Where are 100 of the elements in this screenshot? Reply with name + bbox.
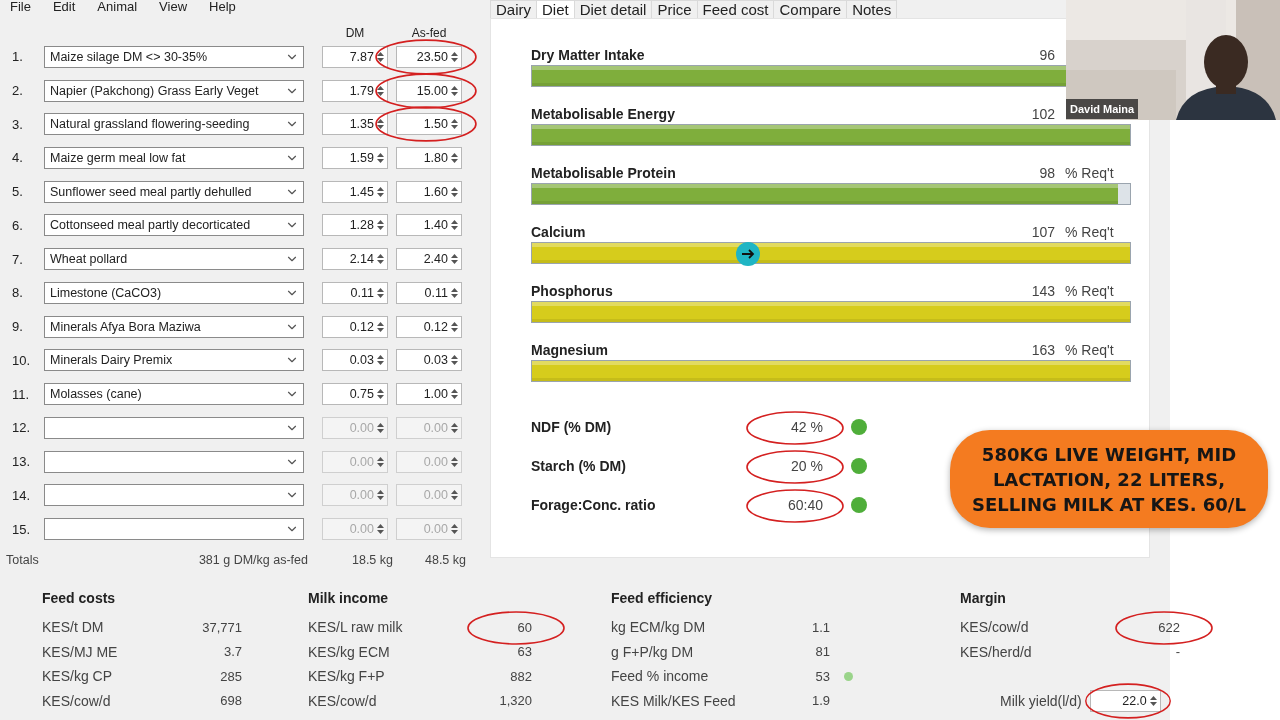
feed-dropdown[interactable]: Napier (Pakchong) Grass Early Veget bbox=[44, 79, 304, 102]
requirement-unit: % Req't bbox=[1064, 342, 1115, 358]
tab[interactable]: Notes bbox=[846, 0, 898, 18]
row-number: 5. bbox=[11, 184, 24, 200]
feed-dropdown[interactable]: Sunflower seed meal partly dehulled bbox=[44, 180, 304, 203]
totals-label: Totals bbox=[5, 552, 40, 567]
totals-density: 381 g DM/kg as-fed bbox=[197, 552, 308, 567]
feed-dropdown[interactable]: Cottonseed meal partly decorticated bbox=[44, 214, 304, 237]
metric-label: KES/cow/d bbox=[308, 692, 378, 709]
spinner-field[interactable]: 0.11 bbox=[396, 281, 462, 304]
metric-value: 1.1 bbox=[810, 619, 830, 635]
spinner-field[interactable]: 1.45 bbox=[322, 180, 388, 203]
tab[interactable]: Feed cost bbox=[696, 0, 775, 18]
metric-value: 698 bbox=[219, 693, 242, 709]
metric-label: KES/herd/d bbox=[960, 643, 1033, 660]
nutrient-label: Metabolisable Protein bbox=[531, 165, 676, 181]
indicator-label: NDF (% DM) bbox=[531, 418, 613, 435]
row-number: 15. bbox=[11, 521, 32, 537]
spinner-field[interactable]: 1.00 bbox=[396, 383, 462, 406]
metric-value: 81 bbox=[814, 644, 830, 660]
feed-dropdown[interactable]: Natural grassland flowering-seeding bbox=[44, 113, 304, 136]
indicator-value: 42 % bbox=[751, 418, 823, 435]
requirement-unit: % Req't bbox=[1064, 283, 1115, 299]
metric-value: 1.9 bbox=[810, 693, 830, 709]
nutrient-label: Dry Matter Intake bbox=[531, 47, 645, 63]
spinner-field[interactable]: 15.00 bbox=[396, 79, 462, 102]
menu-item[interactable]: View bbox=[159, 0, 188, 16]
row-number: 2. bbox=[11, 83, 24, 98]
metric-label: KES/cow/d bbox=[42, 692, 112, 709]
nutrient-label: Calcium bbox=[531, 224, 586, 240]
metric-value: 882 bbox=[509, 668, 532, 684]
requirement-value: 143 bbox=[1030, 283, 1055, 299]
metric-label: kg ECM/kg DM bbox=[611, 619, 707, 636]
menu-item[interactable]: Animal bbox=[97, 0, 138, 16]
menu-item[interactable]: Help bbox=[209, 0, 236, 16]
spinner-field[interactable]: 1.40 bbox=[396, 214, 462, 237]
tab[interactable]: Dairy bbox=[490, 0, 537, 18]
participant-name: David Maina bbox=[1066, 99, 1139, 119]
requirement-value: 96 bbox=[1038, 47, 1055, 63]
nutrient-label: Magnesium bbox=[531, 342, 608, 358]
row-number: 14. bbox=[11, 487, 32, 503]
column-header: As-fed bbox=[410, 25, 448, 40]
spinner-field[interactable]: 2.14 bbox=[322, 248, 388, 271]
tab[interactable]: Diet detail bbox=[573, 0, 653, 18]
feed-dropdown[interactable]: Wheat pollard bbox=[44, 248, 304, 271]
requirement-value: 98 bbox=[1038, 165, 1055, 181]
spinner-field[interactable]: 1.60 bbox=[396, 180, 462, 203]
spinner-field[interactable]: 0.12 bbox=[396, 315, 462, 338]
annotation-callout: 580KG LIVE WEIGHT, MID LACTATION, 22 LITERS, SELLING MILK AT KES. 60/L bbox=[950, 430, 1268, 528]
row-number: 3. bbox=[11, 116, 24, 132]
metric-label: KES/cow/d bbox=[960, 619, 1030, 636]
spinner-field[interactable]: 7.87 bbox=[322, 45, 388, 68]
row-number: 9. bbox=[11, 319, 24, 335]
spinner-field[interactable]: 1.59 bbox=[322, 147, 388, 169]
spinner-field[interactable]: 1.50 bbox=[396, 113, 462, 136]
spinner-field[interactable]: 0.03 bbox=[322, 349, 388, 372]
spinner-field[interactable]: 0.03 bbox=[396, 349, 462, 372]
spinner-field[interactable]: 0.12 bbox=[322, 315, 388, 338]
metric-label: KES/kg F+P bbox=[308, 668, 386, 685]
row-number: 12. bbox=[11, 420, 32, 436]
row-number: 7. bbox=[11, 251, 24, 267]
spin-arrows-icon[interactable] bbox=[450, 150, 459, 166]
spinner-field[interactable]: 1.28 bbox=[322, 214, 388, 237]
nutrient-label: Phosphorus bbox=[531, 283, 613, 299]
feed-dropdown[interactable]: Maize silage DM <> 30-35% bbox=[44, 45, 304, 68]
feed-dropdown[interactable]: Limestone (CaCO3) bbox=[44, 281, 304, 304]
metric-label: KES/L raw milk bbox=[308, 619, 404, 636]
metric-value: 37,771 bbox=[201, 619, 242, 635]
tab[interactable]: Compare bbox=[773, 0, 848, 18]
metric-value: - bbox=[1174, 644, 1180, 660]
spinner-field[interactable]: 0.75 bbox=[322, 383, 388, 406]
section-title: Milk income bbox=[308, 589, 390, 608]
row-number: 10. bbox=[11, 352, 32, 368]
indicator-label: Starch (% DM) bbox=[531, 457, 627, 474]
spin-arrows-icon[interactable] bbox=[376, 150, 385, 166]
milk-yield-field[interactable]: 22.0 bbox=[1089, 689, 1161, 712]
section-title: Feed efficiency bbox=[611, 589, 714, 608]
feed-dropdown[interactable]: Minerals Dairy Premix bbox=[44, 349, 304, 372]
metric-label: KES Milk/KES Feed bbox=[611, 692, 737, 709]
feed-dropdown[interactable]: Minerals Afya Bora Maziwa bbox=[44, 315, 304, 338]
requirement-value: 102 bbox=[1030, 106, 1055, 122]
totals-as-fed: 48.5 kg bbox=[424, 552, 466, 567]
tab[interactable]: Diet bbox=[536, 0, 575, 18]
feed-dropdown[interactable]: Maize germ meal low fat bbox=[44, 147, 304, 169]
row-number: 11. bbox=[11, 386, 31, 402]
menu-item[interactable]: File bbox=[10, 0, 31, 16]
metric-label: Feed % income bbox=[611, 668, 710, 685]
spinner-field[interactable]: 1.35 bbox=[322, 113, 388, 136]
section-title: Margin bbox=[960, 589, 1007, 608]
spinner-field[interactable]: 1.80 bbox=[396, 147, 462, 169]
requirement-unit: % Req't bbox=[1064, 224, 1115, 240]
feed-dropdown[interactable]: Molasses (cane) bbox=[44, 383, 304, 406]
totals-dm: 18.5 kg bbox=[351, 552, 393, 567]
spinner-field[interactable]: 2.40 bbox=[396, 248, 462, 271]
spinner-field[interactable]: 1.79 bbox=[322, 79, 388, 102]
spinner-field[interactable]: 0.11 bbox=[322, 281, 388, 304]
menu-item[interactable]: Edit bbox=[52, 0, 76, 16]
metric-value: 3.7 bbox=[222, 644, 242, 660]
tab[interactable]: Price bbox=[651, 0, 698, 18]
spinner-field[interactable]: 23.50 bbox=[396, 45, 462, 68]
